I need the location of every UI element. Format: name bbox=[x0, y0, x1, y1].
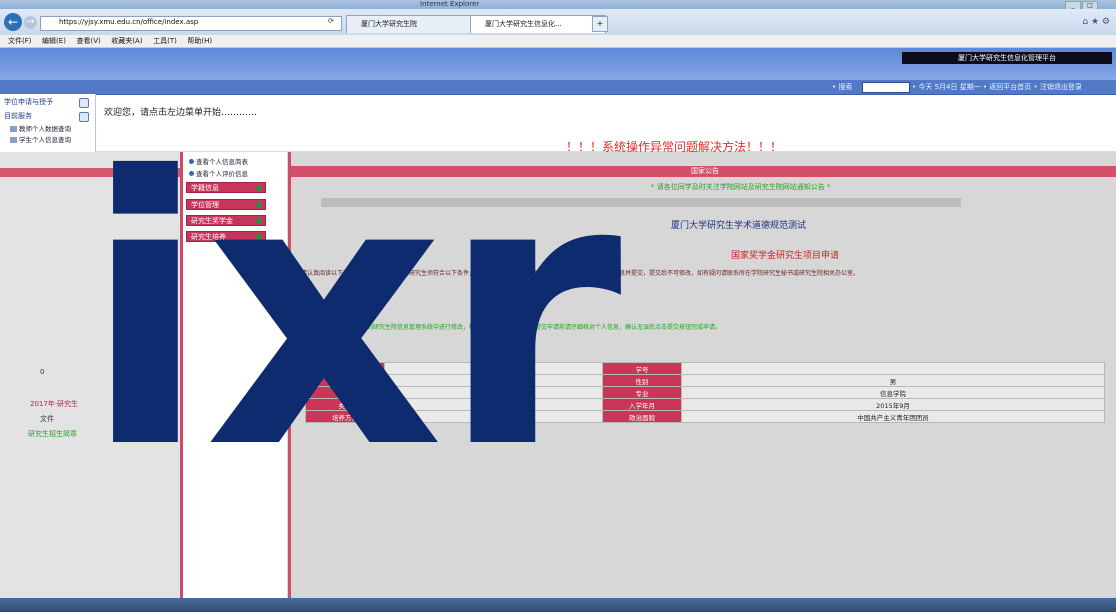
value-cell: 全日制学术 bbox=[383, 398, 604, 411]
refresh-icon[interactable]: ⟳ bbox=[328, 17, 334, 25]
label-cell: 专业 bbox=[602, 386, 683, 399]
label-cell: 类别 bbox=[305, 398, 385, 411]
value-cell: 非定向 bbox=[383, 410, 604, 423]
menu-label: 研究生奖学金 bbox=[191, 217, 233, 225]
status-icon bbox=[256, 218, 262, 224]
menu-help[interactable]: 帮助(H) bbox=[187, 35, 212, 47]
search-label: • 搜索 bbox=[832, 83, 853, 91]
table-row: 姓名 学号 bbox=[305, 362, 1105, 375]
main-header: 国家公告 bbox=[291, 166, 1116, 177]
date-and-links[interactable]: • 今天 5月4日 星期一 • 返回平台首页 • 注销退出登录 bbox=[912, 80, 1112, 94]
label-cell: 学号 bbox=[602, 362, 683, 375]
left-row[interactable]: 2017年·研究生 bbox=[0, 399, 208, 409]
value-cell bbox=[681, 362, 1105, 375]
menu-view[interactable]: 查看(V) bbox=[76, 35, 100, 47]
document-icon bbox=[10, 126, 17, 132]
taskbar bbox=[0, 598, 1116, 612]
window-title: Internet Explorer bbox=[420, 0, 480, 8]
status-icon bbox=[256, 202, 262, 208]
menu-favorites[interactable]: 收藏夹(A) bbox=[111, 35, 142, 47]
menu-tools[interactable]: 工具(T) bbox=[153, 35, 177, 47]
label-cell: 入学年月 bbox=[602, 398, 683, 411]
nav-header-label: 学位申请与授予 bbox=[4, 98, 53, 106]
back-icon[interactable]: ← bbox=[4, 13, 22, 31]
info-bar: • 搜索 • 今天 5月4日 星期一 • 返回平台首页 • 注销退出登录 bbox=[0, 80, 1116, 95]
menu-training[interactable]: 研究生培养 bbox=[186, 231, 266, 242]
value-cell: 男 bbox=[681, 374, 1105, 387]
status-icon bbox=[256, 185, 262, 191]
menu-label: 研究生培养 bbox=[191, 233, 226, 241]
value-cell bbox=[383, 362, 604, 375]
search-input[interactable] bbox=[862, 82, 910, 93]
menu-label: 学籍信息 bbox=[191, 184, 219, 192]
welcome-panel: 欢迎您，请点击左边菜单开始………… ！！！系统操作异常问题解决方法！！！ bbox=[96, 95, 1116, 154]
value-cell: 信息学院 bbox=[383, 386, 604, 399]
view-evaluation-link[interactable]: 查看个人评价信息 bbox=[189, 168, 248, 178]
left-navigation: 学位申请与授予 目前服务 教师个人数据查询 学生个人信息查询 bbox=[0, 94, 96, 154]
window-controls: _□✕ bbox=[1064, 0, 1112, 22]
student-info-table: 姓名 学号 身份证号 性别 男 学院 信息学院 专业 信息学院 类别 全日制学术… bbox=[305, 362, 1105, 423]
label-cell: 学院 bbox=[305, 386, 385, 399]
bullet-icon bbox=[189, 171, 194, 176]
nav-header-degree[interactable]: 学位申请与授予 bbox=[4, 97, 92, 108]
view-profile-link[interactable]: 查看个人信息简表 bbox=[189, 156, 248, 166]
nav-item-label: 学生个人信息查询 bbox=[19, 136, 71, 144]
menu-student-status[interactable]: 学籍信息 bbox=[186, 182, 266, 193]
menu-file[interactable]: 文件(F) bbox=[8, 35, 32, 47]
menu-scholarship[interactable]: 研究生奖学金 bbox=[186, 215, 266, 226]
table-row: 培养方式 非定向 政治面貌 中国共产主义青年团团员 bbox=[305, 410, 1105, 423]
browser-tools-icons[interactable]: ⌂ ★ ⚙ bbox=[1082, 17, 1110, 27]
table-row: 身份证号 性别 男 bbox=[305, 374, 1105, 387]
instructions-text: 请认真阅读以下说明：申请国家奖学金的研究生须符合以下条件，具体办法详见研究生院网… bbox=[301, 270, 860, 277]
left-row[interactable]: 研究生招生简章 bbox=[0, 429, 206, 439]
menu-label: 学位管理 bbox=[191, 201, 219, 209]
page-banner: 厦门大学研究生信息化管理平台 bbox=[0, 48, 1116, 80]
value-cell bbox=[383, 374, 604, 387]
left-column: 0 2017年·研究生 文件 研究生招生简章 bbox=[0, 152, 180, 612]
address-url: https://yjsy.xmu.edu.cn/office/index.asp bbox=[59, 18, 199, 26]
value-cell: 2015年9月 bbox=[681, 398, 1105, 411]
tab-info-platform[interactable]: 厦门大学研究生信息化... bbox=[470, 15, 606, 33]
label-cell: 培养方式 bbox=[305, 410, 385, 423]
announcement-line[interactable]: * 请各位同学及时关注学院网站及研究生院网站通知公告 * bbox=[651, 182, 830, 192]
link-label: 查看个人评价信息 bbox=[196, 170, 248, 178]
new-tab-icon[interactable]: + bbox=[592, 16, 608, 32]
value-cell: 信息学院 bbox=[681, 386, 1105, 399]
function-menu: 查看个人信息简表 查看个人评价信息 学籍信息 学位管理 研究生奖学金 研究生培养 bbox=[180, 152, 287, 612]
bullet-icon bbox=[189, 159, 194, 164]
note-text: 注：如申请信息有误请先到研究生院信息管理系统中进行修改，核对无误后再进行申请。提… bbox=[301, 324, 722, 331]
section-bar bbox=[0, 168, 180, 177]
document-icon bbox=[10, 137, 17, 143]
label-cell: 身份证号 bbox=[305, 374, 385, 387]
nav-item-student-query[interactable]: 学生个人信息查询 bbox=[10, 136, 92, 145]
main-content: 国家公告 * 请各位同学及时关注学院网站及研究生院网站通知公告 * 厦门大学研究… bbox=[288, 152, 1116, 612]
menu-edit[interactable]: 编辑(E) bbox=[42, 35, 66, 47]
menu-degree[interactable]: 学位管理 bbox=[186, 199, 266, 210]
table-row: 学院 信息学院 专业 信息学院 bbox=[305, 386, 1105, 399]
nav-item-label: 教师个人数据查询 bbox=[19, 125, 71, 133]
label-cell: 姓名 bbox=[305, 362, 385, 375]
label-cell: 性别 bbox=[602, 374, 683, 387]
system-title: 厦门大学研究生信息化管理平台 bbox=[902, 52, 1112, 64]
nav-item-teacher-query[interactable]: 教师个人数据查询 bbox=[10, 125, 92, 134]
address-bar[interactable]: https://yjsy.xmu.edu.cn/office/index.asp bbox=[40, 16, 342, 31]
status-icon bbox=[256, 234, 262, 240]
collapse-icon[interactable] bbox=[79, 98, 89, 108]
table-row: 类别 全日制学术 入学年月 2015年9月 bbox=[305, 398, 1105, 411]
expand-icon[interactable] bbox=[79, 112, 89, 122]
tab-graduate-school[interactable]: 厦门大学研究生院 bbox=[346, 15, 482, 33]
link-label: 查看个人信息简表 bbox=[196, 158, 248, 166]
ethics-test-link[interactable]: 厦门大学研究生学术道德规范测试 bbox=[671, 218, 806, 231]
browser-toolbar: ← → https://yjsy.xmu.edu.cn/office/index… bbox=[0, 9, 1116, 36]
divider-bar bbox=[321, 198, 961, 207]
application-title: 国家奖学金研究生项目申请 bbox=[731, 251, 840, 261]
window-titlebar: Internet Explorer _□✕ bbox=[0, 0, 1116, 22]
menu-bar: 文件(F) 编辑(E) 查看(V) 收藏夹(A) 工具(T) 帮助(H) bbox=[0, 35, 1116, 48]
nav-header-label: 目前服务 bbox=[4, 112, 32, 120]
welcome-text: 欢迎您，请点击左边菜单开始………… bbox=[104, 108, 258, 118]
nav-header-services[interactable]: 目前服务 bbox=[4, 111, 92, 122]
label-cell: 政治面貌 bbox=[602, 410, 683, 423]
forward-icon[interactable]: → bbox=[24, 16, 37, 29]
value-cell: 中国共产主义青年团团员 bbox=[681, 410, 1105, 423]
